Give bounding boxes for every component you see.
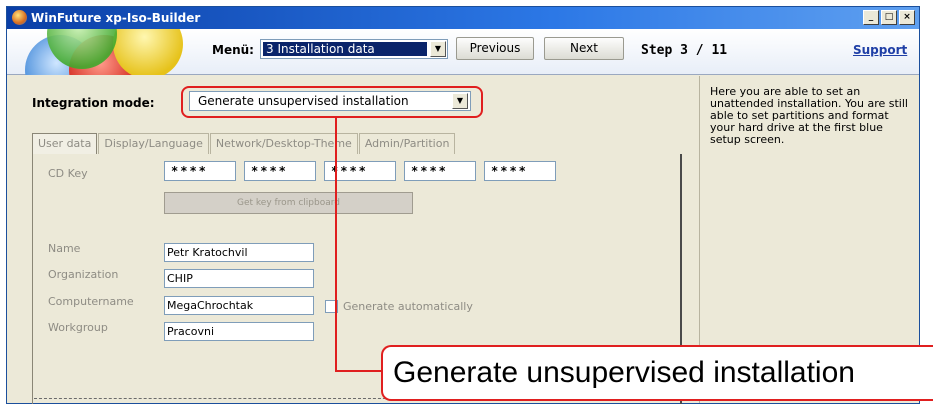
integration-mode-label: Integration mode: xyxy=(32,96,155,110)
organization-label: Organization xyxy=(48,268,119,281)
previous-button[interactable]: Previous xyxy=(456,37,534,60)
toolbar: Menü: 3 Installation data ▼ Previous Nex… xyxy=(7,29,919,75)
menu-dropdown-value: 3 Installation data xyxy=(263,42,427,56)
cd-key-field-4[interactable]: **** xyxy=(404,161,476,181)
tab-user-data[interactable]: User data xyxy=(32,133,98,154)
cd-key-field-1[interactable]: **** xyxy=(164,161,236,181)
tab-admin-partition[interactable]: Admin/Partition xyxy=(358,133,456,154)
window-controls: _ □ × xyxy=(863,10,915,25)
help-text: Here you are able to set an unattended i… xyxy=(710,85,908,146)
app-icon xyxy=(12,10,27,25)
get-key-from-clipboard-button[interactable]: Get key from clipboard xyxy=(164,192,413,214)
workgroup-field[interactable]: Pracovni xyxy=(164,322,314,341)
name-field[interactable]: Petr Kratochvil xyxy=(164,243,314,262)
chevron-down-icon[interactable]: ▼ xyxy=(430,41,446,57)
computername-label: Computername xyxy=(48,295,134,308)
window-title: WinFuture xp-Iso-Builder xyxy=(31,11,201,25)
organization-field[interactable]: CHIP xyxy=(164,269,314,288)
generate-automatically-label: Generate automatically xyxy=(343,300,473,313)
computername-field[interactable]: MegaChrochtak xyxy=(164,296,314,315)
name-label: Name xyxy=(48,242,81,255)
close-button[interactable]: × xyxy=(899,10,915,25)
menu-label: Menü: xyxy=(212,43,254,57)
menu-dropdown[interactable]: 3 Installation data ▼ xyxy=(260,39,448,59)
highlight-box xyxy=(181,86,483,118)
callout-connector xyxy=(335,118,337,372)
minimize-button[interactable]: _ xyxy=(863,10,879,25)
tab-display-language[interactable]: Display/Language xyxy=(98,133,209,154)
next-button[interactable]: Next xyxy=(544,37,624,60)
cd-key-field-5[interactable]: **** xyxy=(484,161,556,181)
step-indicator: Step 3 / 11 xyxy=(641,43,728,58)
maximize-button[interactable]: □ xyxy=(881,10,897,25)
workgroup-label: Workgroup xyxy=(48,321,108,334)
callout-connector-horizontal xyxy=(335,370,381,372)
title-bar: WinFuture xp-Iso-Builder _ □ × xyxy=(7,7,919,29)
app-logo xyxy=(7,29,197,75)
cd-key-field-2[interactable]: **** xyxy=(244,161,316,181)
callout-label: Generate unsupervised installation xyxy=(381,345,933,401)
tab-bar: User data Display/Language Network/Deskt… xyxy=(32,133,456,154)
cd-key-label: CD Key xyxy=(48,167,88,180)
support-link[interactable]: Support xyxy=(853,43,907,57)
